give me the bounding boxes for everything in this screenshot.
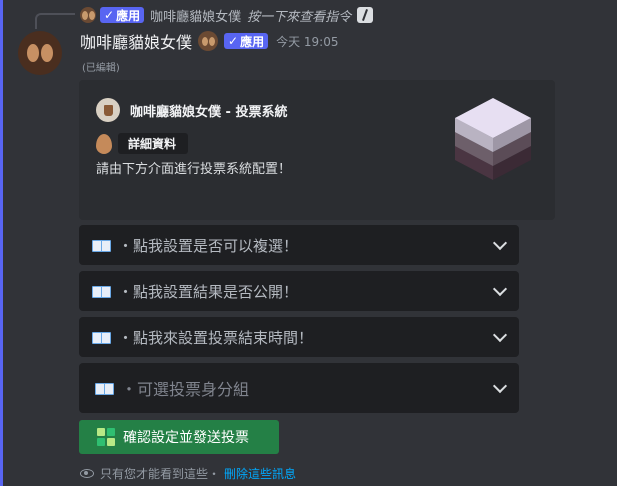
select-end-time[interactable]: ・點我來設置投票結束時間！: [79, 317, 519, 357]
select-result-visibility[interactable]: ・點我設置結果是否公開！: [79, 271, 519, 311]
embed-field: 詳細資料: [96, 133, 189, 154]
select-placeholder: ・點我來設置投票結束時間！: [118, 328, 314, 347]
select-placeholder: ・點我設置結果是否公開！: [118, 282, 299, 301]
ephemeral-notice: 只有您才能看到這些・ 刪除這些訊息: [80, 465, 296, 482]
app-badge: ✓ 應用: [224, 33, 269, 49]
avatar[interactable]: [18, 31, 62, 75]
book-icon: [95, 381, 114, 395]
embed-author-name: 咖啡廳貓娘女僕 - 投票系統: [130, 104, 288, 120]
embed-field-label: 詳細資料: [118, 133, 189, 154]
slash-command-icon[interactable]: [357, 7, 374, 23]
reply-reference[interactable]: ✓ 應用 咖啡廳貓娘女僕 按一下來查看指令: [56, 6, 374, 25]
embed-description: 請由下方介面進行投票系統配置！: [96, 162, 292, 177]
book-icon: [92, 284, 111, 298]
confirm-send-button[interactable]: 確認設定並發送投票: [79, 420, 279, 454]
chevron-down-icon: [492, 378, 508, 394]
select-placeholder: ・可選投票身分組: [121, 380, 250, 399]
stacked-cube-icon: [455, 98, 531, 180]
coffee-cup-icon: [96, 98, 120, 122]
app-badge-label: 應用: [116, 8, 141, 23]
app-badge: ✓ 應用: [100, 7, 145, 23]
eye-icon: [80, 469, 94, 478]
ephemeral-text: 只有您才能看到這些・: [100, 467, 221, 481]
grid-icon: [97, 428, 115, 446]
dismiss-message-link[interactable]: 刪除這些訊息: [224, 465, 296, 482]
reply-username[interactable]: 咖啡廳貓娘女僕: [150, 6, 241, 25]
username[interactable]: 咖啡廳貓娘女僕: [80, 29, 192, 53]
app-badge-label: 應用: [240, 34, 265, 49]
embed-author: 咖啡廳貓娘女僕 - 投票系統: [96, 98, 287, 122]
select-multiple-choice[interactable]: ・點我設置是否可以複選！: [79, 225, 519, 265]
coffee-bean-icon: [198, 31, 219, 51]
timestamp[interactable]: 今天 19:05: [276, 33, 338, 50]
reply-hint[interactable]: 按一下來查看指令: [247, 6, 351, 25]
select-roles[interactable]: ・可選投票身分組: [79, 363, 519, 413]
chevron-down-icon: [492, 235, 508, 251]
highlight-bar: [0, 0, 3, 486]
book-icon: [92, 238, 111, 252]
embed: 咖啡廳貓娘女僕 - 投票系統 詳細資料 請由下方介面進行投票系統配置！: [79, 80, 555, 220]
chevron-down-icon: [492, 281, 508, 297]
select-placeholder: ・點我設置是否可以複選！: [118, 236, 299, 255]
book-icon: [92, 330, 111, 344]
edited-label: (已編輯): [82, 63, 120, 74]
confirm-send-label: 確認設定並發送投票: [123, 430, 249, 446]
bot-avatar-icon: [80, 7, 96, 23]
chevron-down-icon: [492, 327, 508, 343]
message-header: 咖啡廳貓娘女僕 ✓ 應用 今天 19:05: [80, 30, 339, 52]
almond-icon: [96, 133, 112, 154]
